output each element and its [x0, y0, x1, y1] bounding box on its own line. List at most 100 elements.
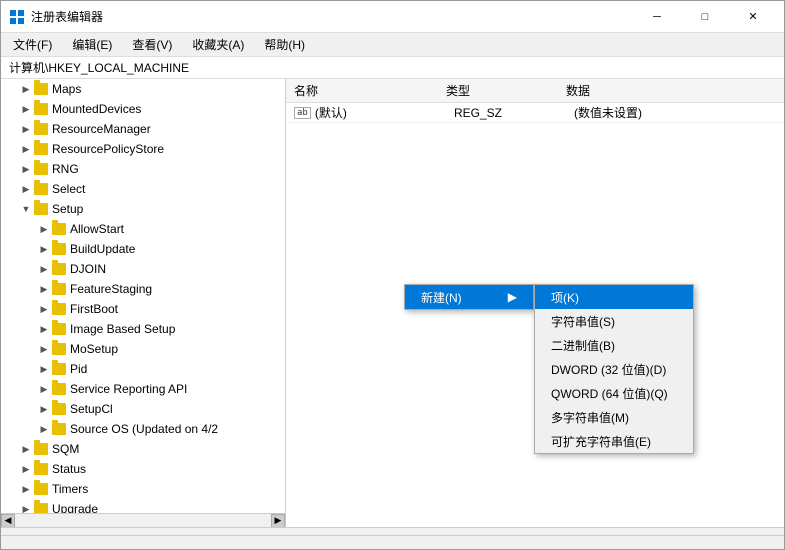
menu-bar: 文件(F) 编辑(E) 查看(V) 收藏夹(A) 帮助(H) — [1, 33, 784, 57]
folder-icon-mosetup — [51, 342, 67, 356]
status-bar — [1, 527, 784, 549]
tree-item-mounteddevices[interactable]: ▶ MountedDevices — [1, 99, 285, 119]
col-header-type: 类型 — [446, 82, 566, 99]
folder-icon-maps — [33, 82, 49, 96]
sub-item-qword[interactable]: QWORD (64 位值)(Q) — [535, 381, 693, 405]
maximize-button[interactable]: □ — [682, 7, 728, 27]
sub-item-multistring[interactable]: 多字符串值(M) — [535, 405, 693, 429]
menu-help[interactable]: 帮助(H) — [256, 34, 313, 55]
tree-item-pid[interactable]: ▶ Pid — [1, 359, 285, 379]
tree-item-resourcemanager[interactable]: ▶ ResourceManager — [1, 119, 285, 139]
tree-scroll[interactable]: ▶ Maps ▶ MountedDevices ▶ ResourceManage… — [1, 79, 285, 513]
folder-icon-sourceos — [51, 422, 67, 436]
folder-icon-resourcemanager — [33, 122, 49, 136]
ctx-arrow-new: ▶ — [508, 290, 517, 304]
bottom-scrollbar[interactable] — [1, 535, 784, 543]
folder-icon-firstboot — [51, 302, 67, 316]
folder-icon-sqm — [33, 442, 49, 456]
tree-item-select[interactable]: ▶ Select — [1, 179, 285, 199]
folder-icon-imagebasedsetup — [51, 322, 67, 336]
folder-icon-resourcepolicystore — [33, 142, 49, 156]
menu-view[interactable]: 查看(V) — [124, 34, 180, 55]
tree-item-setupcl[interactable]: ▶ SetupCl — [1, 399, 285, 419]
item-label-allowstart: AllowStart — [70, 222, 124, 236]
tree-item-maps[interactable]: ▶ Maps — [1, 79, 285, 99]
tree-item-sqm[interactable]: ▶ SQM — [1, 439, 285, 459]
table-row[interactable]: ab (默认) REG_SZ (数值未设置) — [286, 103, 784, 123]
expander-servicereporting: ▶ — [37, 382, 51, 396]
menu-favorites[interactable]: 收藏夹(A) — [184, 34, 252, 55]
tree-item-featurestaging[interactable]: ▶ FeatureStaging — [1, 279, 285, 299]
reg-icon: ab (默认) — [294, 104, 347, 121]
sub-item-binary[interactable]: 二进制值(B) — [535, 333, 693, 357]
tree-item-djoin[interactable]: ▶ DJOIN — [1, 259, 285, 279]
tree-item-servicereporting[interactable]: ▶ Service Reporting API — [1, 379, 285, 399]
folder-icon-setup — [33, 202, 49, 216]
menu-file[interactable]: 文件(F) — [5, 34, 60, 55]
tree-item-buildupdate[interactable]: ▶ BuildUpdate — [1, 239, 285, 259]
left-scrollbar-h[interactable]: ◀ ▶ — [1, 513, 285, 527]
tree-item-timers[interactable]: ▶ Timers — [1, 479, 285, 499]
expander-setup: ▼ — [19, 202, 33, 216]
tree-item-resourcepolicystore[interactable]: ▶ ResourcePolicyStore — [1, 139, 285, 159]
title-bar-left: 注册表编辑器 — [9, 8, 103, 25]
expander-pid: ▶ — [37, 362, 51, 376]
menu-edit[interactable]: 编辑(E) — [64, 34, 120, 55]
expander-status: ▶ — [19, 462, 33, 476]
minimize-button[interactable]: ─ — [634, 7, 680, 27]
tree-item-firstboot[interactable]: ▶ FirstBoot — [1, 299, 285, 319]
folder-icon-buildupdate — [51, 242, 67, 256]
tree-item-setup[interactable]: ▼ Setup — [1, 199, 285, 219]
expander-select: ▶ — [19, 182, 33, 196]
sub-item-string[interactable]: 字符串值(S) — [535, 309, 693, 333]
item-label-timers: Timers — [52, 482, 88, 496]
item-label-djoin: DJOIN — [70, 262, 106, 276]
tree-item-upgrade[interactable]: ▶ Upgrade — [1, 499, 285, 513]
cell-name: ab (默认) — [286, 104, 446, 122]
tree-item-sourceos[interactable]: ▶ Source OS (Updated on 4/2 — [1, 419, 285, 439]
expander-mosetup: ▶ — [37, 342, 51, 356]
expander-djoin: ▶ — [37, 262, 51, 276]
expander-setupcl: ▶ — [37, 402, 51, 416]
folder-icon-timers — [33, 482, 49, 496]
item-label-servicereporting: Service Reporting API — [70, 382, 187, 396]
right-panel: 名称 类型 数据 ab (默认) REG_SZ (数值未设置) 新建(N) — [286, 79, 784, 527]
tree-item-mosetup[interactable]: ▶ MoSetup — [1, 339, 285, 359]
tree-item-status[interactable]: ▶ Status — [1, 459, 285, 479]
folder-icon-rng — [33, 162, 49, 176]
folder-icon-setupcl — [51, 402, 67, 416]
scroll-track — [15, 514, 271, 528]
sub-label-binary: 二进制值(B) — [551, 337, 615, 354]
expander-featurestaging: ▶ — [37, 282, 51, 296]
tree-item-allowstart[interactable]: ▶ AllowStart — [1, 219, 285, 239]
ab-icon: ab — [294, 107, 311, 119]
tree-item-imagebasedsetup[interactable]: ▶ Image Based Setup — [1, 319, 285, 339]
sub-item-key[interactable]: 项(K) — [535, 285, 693, 309]
window-title: 注册表编辑器 — [31, 8, 103, 25]
scroll-right-btn[interactable]: ▶ — [271, 514, 285, 528]
scroll-left-btn[interactable]: ◀ — [1, 514, 15, 528]
breadcrumb: 计算机\HKEY_LOCAL_MACHINE — [1, 57, 784, 79]
folder-icon-servicereporting — [51, 382, 67, 396]
item-label-featurestaging: FeatureStaging — [70, 282, 152, 296]
expander-firstboot: ▶ — [37, 302, 51, 316]
ctx-item-new[interactable]: 新建(N) ▶ — [405, 285, 533, 309]
sub-item-expandstring[interactable]: 可扩充字符串值(E) — [535, 429, 693, 453]
title-controls: ─ □ ✕ — [634, 7, 776, 27]
sub-label-multistring: 多字符串值(M) — [551, 409, 629, 426]
folder-icon-upgrade — [33, 502, 49, 513]
expander-sourceos: ▶ — [37, 422, 51, 436]
item-label-status: Status — [52, 462, 86, 476]
item-label-maps: Maps — [52, 82, 81, 96]
left-panel: ▶ Maps ▶ MountedDevices ▶ ResourceManage… — [1, 79, 286, 527]
sub-label-expandstring: 可扩充字符串值(E) — [551, 433, 651, 450]
close-button[interactable]: ✕ — [730, 7, 776, 27]
item-label-sqm: SQM — [52, 442, 79, 456]
folder-icon-allowstart — [51, 222, 67, 236]
tree-item-rng[interactable]: ▶ RNG — [1, 159, 285, 179]
item-label-mosetup: MoSetup — [70, 342, 118, 356]
sub-item-dword[interactable]: DWORD (32 位值)(D) — [535, 357, 693, 381]
submenu: 项(K) 字符串值(S) 二进制值(B) DWORD (32 位值)(D) QW… — [534, 284, 694, 454]
item-label-rng: RNG — [52, 162, 79, 176]
col-header-name: 名称 — [286, 82, 446, 99]
